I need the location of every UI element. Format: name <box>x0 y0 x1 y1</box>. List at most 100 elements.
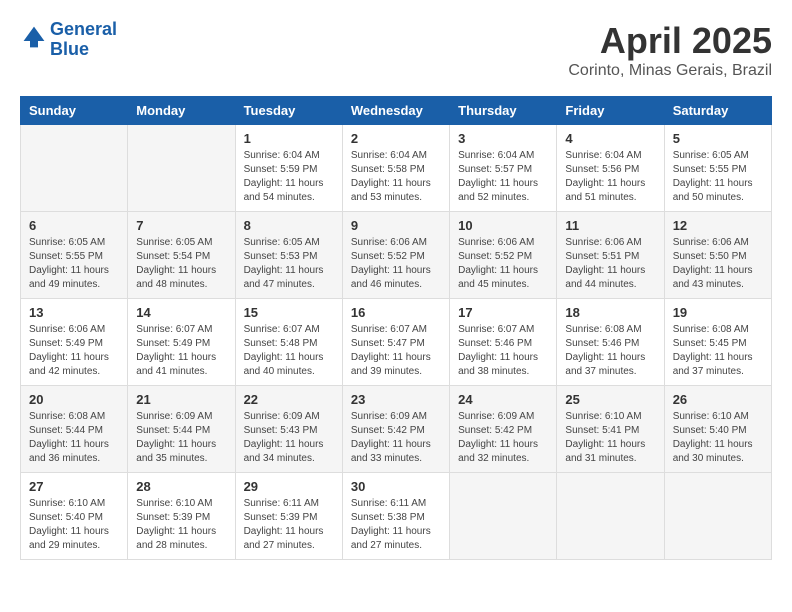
day-number: 30 <box>351 479 441 494</box>
calendar-week-row: 1 Sunrise: 6:04 AMSunset: 5:59 PMDaylight… <box>21 125 772 212</box>
day-detail: Sunrise: 6:06 AMSunset: 5:52 PMDaylight:… <box>351 236 441 292</box>
day-detail: Sunrise: 6:07 AMSunset: 5:49 PMDaylight:… <box>136 323 226 379</box>
calendar-cell: 24 Sunrise: 6:09 AMSunset: 5:42 PMDayligh… <box>450 386 557 473</box>
calendar-cell: 11 Sunrise: 6:06 AMSunset: 5:51 PMDayligh… <box>557 212 664 299</box>
day-number: 10 <box>458 218 548 233</box>
day-detail: Sunrise: 6:05 AMSunset: 5:55 PMDaylight:… <box>673 149 763 205</box>
day-number: 3 <box>458 131 548 146</box>
calendar-cell <box>664 473 771 560</box>
day-number: 6 <box>29 218 119 233</box>
calendar-week-row: 6 Sunrise: 6:05 AMSunset: 5:55 PMDaylight… <box>21 212 772 299</box>
day-detail: Sunrise: 6:07 AMSunset: 5:46 PMDaylight:… <box>458 323 548 379</box>
calendar-cell: 30 Sunrise: 6:11 AMSunset: 5:38 PMDayligh… <box>342 473 449 560</box>
day-number: 29 <box>244 479 334 494</box>
calendar-cell <box>557 473 664 560</box>
day-number: 14 <box>136 305 226 320</box>
day-detail: Sunrise: 6:10 AMSunset: 5:40 PMDaylight:… <box>673 410 763 466</box>
day-number: 5 <box>673 131 763 146</box>
day-number: 1 <box>244 131 334 146</box>
day-number: 18 <box>565 305 655 320</box>
calendar-cell: 17 Sunrise: 6:07 AMSunset: 5:46 PMDayligh… <box>450 299 557 386</box>
calendar-cell: 20Sunrise: 6:08 AMSunset: 5:44 PMDayligh… <box>21 386 128 473</box>
calendar-cell: 2 Sunrise: 6:04 AMSunset: 5:58 PMDaylight… <box>342 125 449 212</box>
day-number: 17 <box>458 305 548 320</box>
calendar-week-row: 27Sunrise: 6:10 AMSunset: 5:40 PMDayligh… <box>21 473 772 560</box>
day-detail: Sunrise: 6:09 AMSunset: 5:42 PMDaylight:… <box>458 410 548 466</box>
day-detail: Sunrise: 6:11 AMSunset: 5:39 PMDaylight:… <box>244 497 334 553</box>
day-number: 22 <box>244 392 334 407</box>
day-detail: Sunrise: 6:06 AMSunset: 5:49 PMDaylight:… <box>29 323 119 379</box>
logo-text: General Blue <box>50 20 117 60</box>
calendar-cell: 22 Sunrise: 6:09 AMSunset: 5:43 PMDayligh… <box>235 386 342 473</box>
day-detail: Sunrise: 6:07 AMSunset: 5:47 PMDaylight:… <box>351 323 441 379</box>
day-number: 25 <box>565 392 655 407</box>
day-detail: Sunrise: 6:07 AMSunset: 5:48 PMDaylight:… <box>244 323 334 379</box>
day-number: 12 <box>673 218 763 233</box>
calendar-cell: 8 Sunrise: 6:05 AMSunset: 5:53 PMDaylight… <box>235 212 342 299</box>
calendar-table: SundayMondayTuesdayWednesdayThursdayFrid… <box>20 96 772 560</box>
calendar-cell: 4Sunrise: 6:04 AMSunset: 5:56 PMDaylight… <box>557 125 664 212</box>
calendar-cell: 28 Sunrise: 6:10 AMSunset: 5:39 PMDayligh… <box>128 473 235 560</box>
day-number: 23 <box>351 392 441 407</box>
col-header-saturday: Saturday <box>664 97 771 125</box>
col-header-monday: Monday <box>128 97 235 125</box>
day-detail: Sunrise: 6:08 AMSunset: 5:46 PMDaylight:… <box>565 323 655 379</box>
calendar-cell: 27Sunrise: 6:10 AMSunset: 5:40 PMDayligh… <box>21 473 128 560</box>
calendar-cell: 9 Sunrise: 6:06 AMSunset: 5:52 PMDaylight… <box>342 212 449 299</box>
day-number: 8 <box>244 218 334 233</box>
calendar-header-row: SundayMondayTuesdayWednesdayThursdayFrid… <box>21 97 772 125</box>
logo-line1: General <box>50 19 117 39</box>
day-detail: Sunrise: 6:04 AMSunset: 5:59 PMDaylight:… <box>244 149 334 205</box>
logo-icon <box>22 25 46 49</box>
day-detail: Sunrise: 6:06 AMSunset: 5:50 PMDaylight:… <box>673 236 763 292</box>
calendar-cell: 6 Sunrise: 6:05 AMSunset: 5:55 PMDaylight… <box>21 212 128 299</box>
day-detail: Sunrise: 6:09 AMSunset: 5:42 PMDaylight:… <box>351 410 441 466</box>
day-detail: Sunrise: 6:05 AMSunset: 5:53 PMDaylight:… <box>244 236 334 292</box>
day-number: 2 <box>351 131 441 146</box>
day-detail: Sunrise: 6:11 AMSunset: 5:38 PMDaylight:… <box>351 497 441 553</box>
calendar-cell: 14 Sunrise: 6:07 AMSunset: 5:49 PMDayligh… <box>128 299 235 386</box>
calendar-cell: 23 Sunrise: 6:09 AMSunset: 5:42 PMDayligh… <box>342 386 449 473</box>
calendar-cell <box>128 125 235 212</box>
calendar-cell: 13Sunrise: 6:06 AMSunset: 5:49 PMDayligh… <box>21 299 128 386</box>
calendar-cell <box>450 473 557 560</box>
day-detail: Sunrise: 6:08 AMSunset: 5:45 PMDaylight:… <box>673 323 763 379</box>
col-header-tuesday: Tuesday <box>235 97 342 125</box>
day-detail: Sunrise: 6:10 AMSunset: 5:41 PMDaylight:… <box>565 410 655 466</box>
day-number: 16 <box>351 305 441 320</box>
col-header-wednesday: Wednesday <box>342 97 449 125</box>
calendar-cell: 19Sunrise: 6:08 AMSunset: 5:45 PMDayligh… <box>664 299 771 386</box>
calendar-cell: 5 Sunrise: 6:05 AMSunset: 5:55 PMDaylight… <box>664 125 771 212</box>
month-title: April 2025 <box>568 20 772 62</box>
day-detail: Sunrise: 6:09 AMSunset: 5:43 PMDaylight:… <box>244 410 334 466</box>
day-detail: Sunrise: 6:04 AMSunset: 5:58 PMDaylight:… <box>351 149 441 205</box>
day-number: 11 <box>565 218 655 233</box>
day-detail: Sunrise: 6:08 AMSunset: 5:44 PMDaylight:… <box>29 410 119 466</box>
day-number: 28 <box>136 479 226 494</box>
calendar-cell <box>21 125 128 212</box>
day-detail: Sunrise: 6:10 AMSunset: 5:40 PMDaylight:… <box>29 497 119 553</box>
location: Corinto, Minas Gerais, Brazil <box>568 62 772 80</box>
calendar-cell: 16 Sunrise: 6:07 AMSunset: 5:47 PMDayligh… <box>342 299 449 386</box>
day-detail: Sunrise: 6:09 AMSunset: 5:44 PMDaylight:… <box>136 410 226 466</box>
calendar-cell: 1 Sunrise: 6:04 AMSunset: 5:59 PMDaylight… <box>235 125 342 212</box>
title-section: April 2025 Corinto, Minas Gerais, Brazil <box>568 20 772 80</box>
day-number: 15 <box>244 305 334 320</box>
day-number: 9 <box>351 218 441 233</box>
day-detail: Sunrise: 6:06 AMSunset: 5:52 PMDaylight:… <box>458 236 548 292</box>
day-detail: Sunrise: 6:06 AMSunset: 5:51 PMDaylight:… <box>565 236 655 292</box>
day-number: 24 <box>458 392 548 407</box>
calendar-cell: 12 Sunrise: 6:06 AMSunset: 5:50 PMDayligh… <box>664 212 771 299</box>
day-detail: Sunrise: 6:04 AMSunset: 5:57 PMDaylight:… <box>458 149 548 205</box>
logo-line2: Blue <box>50 39 89 59</box>
day-number: 26 <box>673 392 763 407</box>
calendar-cell: 25 Sunrise: 6:10 AMSunset: 5:41 PMDayligh… <box>557 386 664 473</box>
day-number: 7 <box>136 218 226 233</box>
calendar-cell: 18 Sunrise: 6:08 AMSunset: 5:46 PMDayligh… <box>557 299 664 386</box>
logo: General Blue <box>20 20 117 60</box>
calendar-cell: 21Sunrise: 6:09 AMSunset: 5:44 PMDayligh… <box>128 386 235 473</box>
calendar-cell: 29 Sunrise: 6:11 AMSunset: 5:39 PMDayligh… <box>235 473 342 560</box>
day-number: 4 <box>565 131 655 146</box>
day-detail: Sunrise: 6:05 AMSunset: 5:55 PMDaylight:… <box>29 236 119 292</box>
day-detail: Sunrise: 6:10 AMSunset: 5:39 PMDaylight:… <box>136 497 226 553</box>
